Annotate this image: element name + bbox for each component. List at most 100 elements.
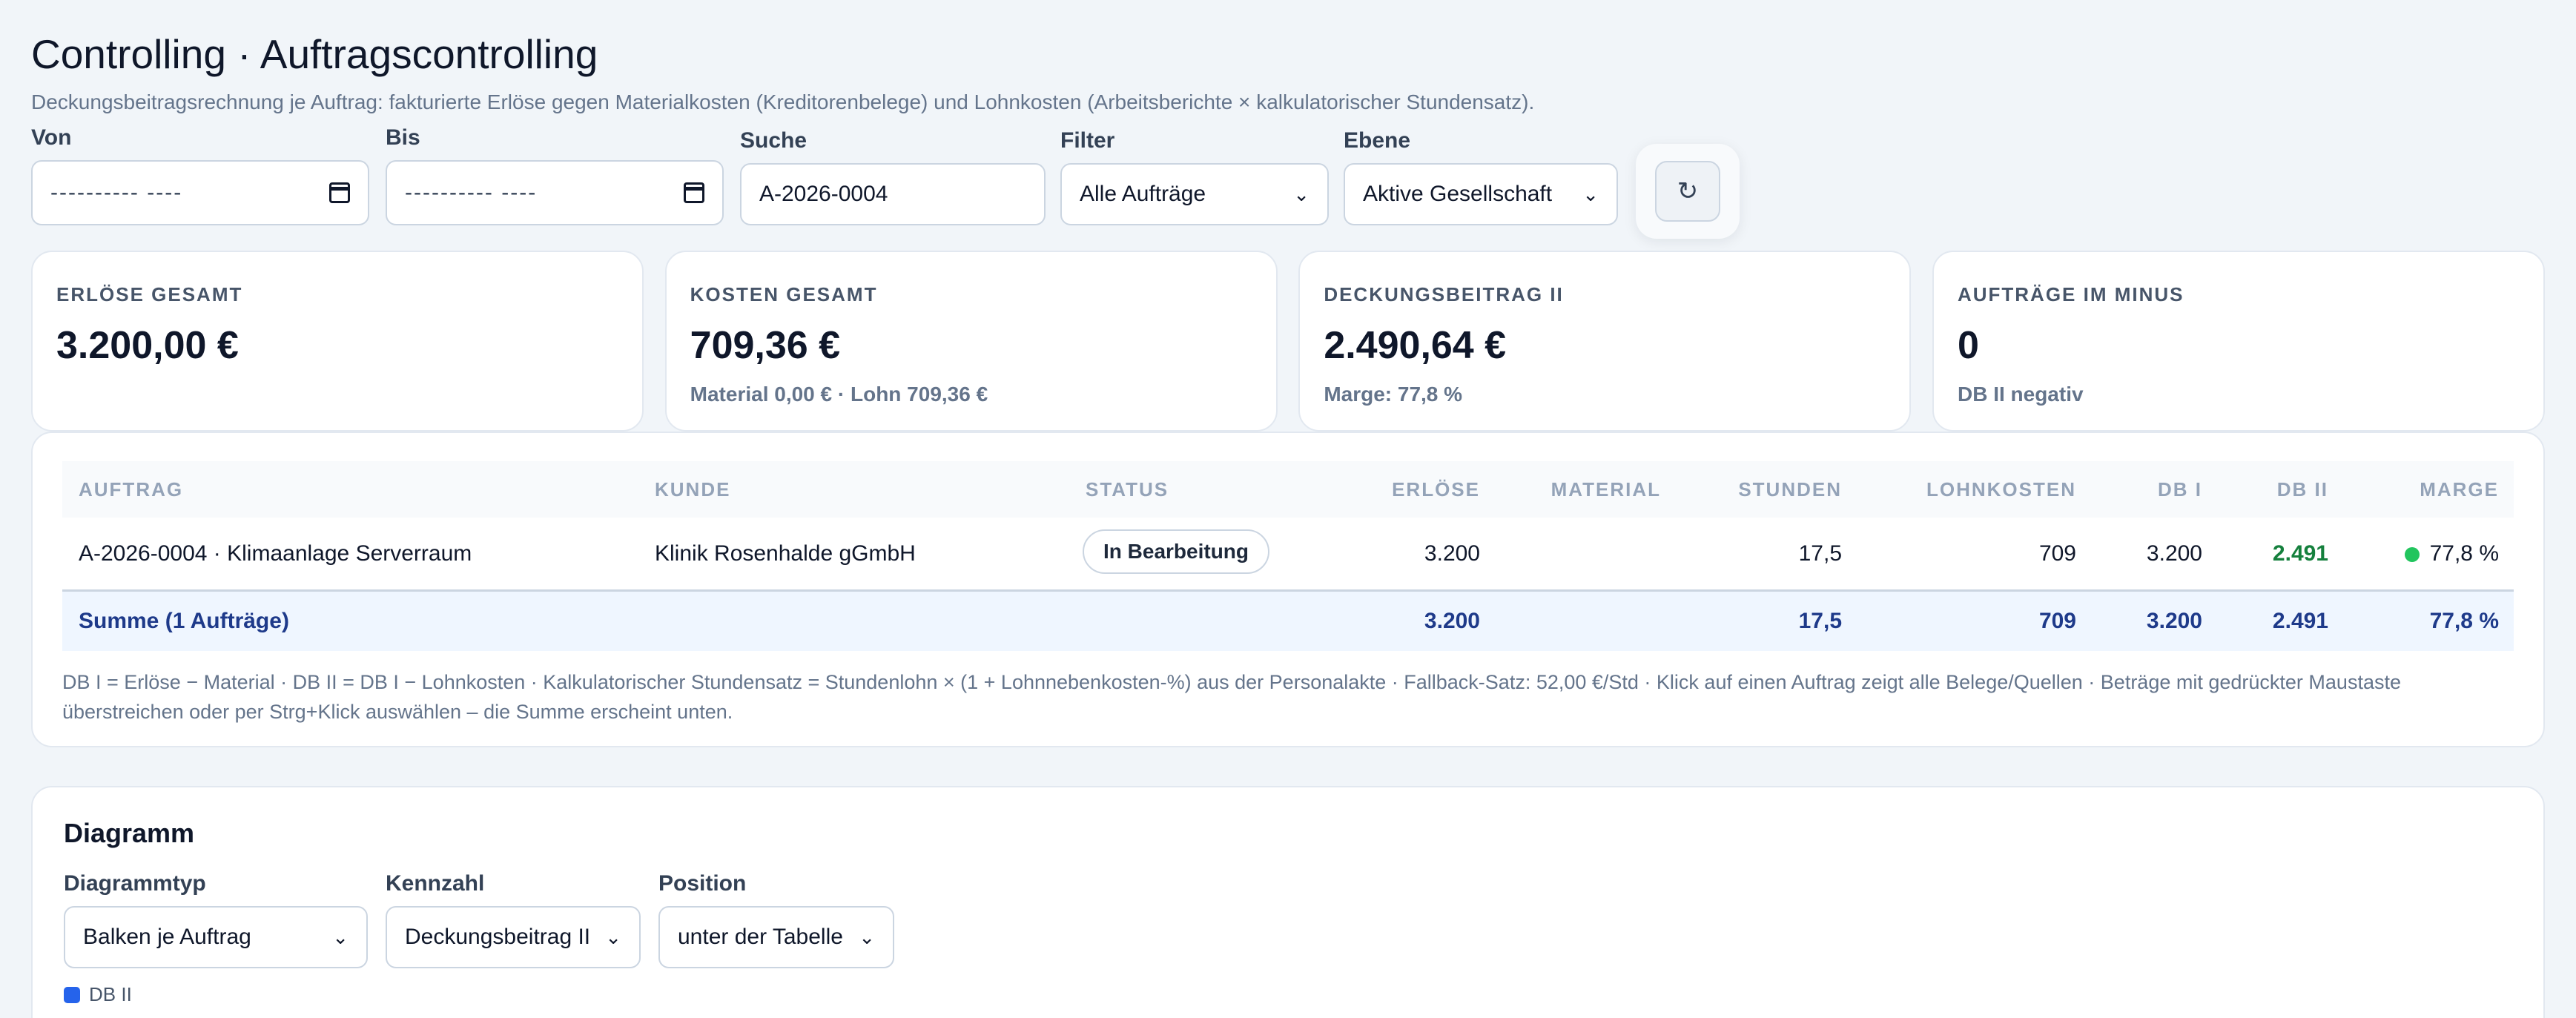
position-select[interactable]: unter der Tabelle ⌄ — [658, 906, 894, 968]
sum-db2: 2.491 — [2272, 609, 2328, 633]
cell-erloese[interactable]: 3.200 — [1424, 541, 1480, 566]
col-lohnkosten[interactable]: LOHNKOSTEN — [1926, 478, 2076, 501]
legend-label: DB II — [89, 983, 132, 1005]
sum-db1: 3.200 — [2146, 609, 2202, 633]
sum-marge: 77,8 % — [2429, 609, 2499, 633]
col-erloese[interactable]: ERLÖSE — [1392, 478, 1480, 501]
chart-typ-value: Balken je Auftrag — [83, 925, 251, 949]
kpi-kosten: KOSTEN GESAMT 709,36 € Material 0,00 € ·… — [664, 251, 1278, 432]
filter-filter: Filter Alle Aufträge ⌄ — [1060, 126, 1329, 225]
kennzahl-label: Kennzahl — [386, 871, 485, 896]
kpi-auftraege-minus: AUFTRÄGE IM MINUS 0 DB II negativ — [1932, 251, 2545, 432]
filter-select[interactable]: Alle Aufträge ⌄ — [1060, 163, 1329, 225]
cell-stunden[interactable]: 17,5 — [1799, 541, 1842, 566]
chart-legend: DB II — [64, 983, 2512, 1006]
sum-label: Summe (1 Aufträge) — [79, 609, 289, 633]
status-badge: In Bearbeitung — [1083, 529, 1270, 574]
table-row[interactable]: A-2026-0004 · Klimaanlage Serverraum Kli… — [62, 518, 2514, 592]
calendar-icon[interactable] — [684, 182, 704, 203]
chart-controls: Diagrammtyp Balken je Auftrag ⌄ Kennzahl… — [64, 869, 2512, 968]
bis-date-value: ---------- ---- — [405, 180, 538, 205]
bis-date-input[interactable]: ---------- ---- — [386, 160, 724, 225]
kpi-value: 0 — [1957, 324, 1979, 367]
bis-label: Bis — [386, 125, 420, 150]
ebene-label: Ebene — [1344, 128, 1411, 153]
cell-auftrag[interactable]: A-2026-0004 · Klimaanlage Serverraum — [79, 541, 472, 566]
col-stunden[interactable]: STUNDEN — [1738, 478, 1842, 501]
refresh-icon: ↻ — [1677, 177, 1699, 205]
ebene-select-value: Aktive Gesellschaft — [1363, 182, 1553, 206]
search-input-value: A-2026-0004 — [759, 182, 888, 206]
von-date-value: ---------- ---- — [50, 180, 183, 205]
suche-label: Suche — [740, 128, 808, 153]
table-header: AUFTRAG KUNDE STATUS ERLÖSE MATERIAL STU… — [62, 461, 2514, 518]
filter-suche: Suche A-2026-0004 — [740, 126, 1046, 225]
sum-lohnkosten: 709 — [2038, 609, 2076, 633]
kennzahl-select[interactable]: Deckungsbeitrag II ⌄ — [386, 906, 641, 968]
von-label: Von — [31, 125, 72, 150]
chart-typ-group: Diagrammtyp Balken je Auftrag ⌄ — [64, 869, 368, 968]
refresh-button-wrap: ↻ — [1636, 144, 1740, 239]
chart-typ-select[interactable]: Balken je Auftrag ⌄ — [64, 906, 368, 968]
cell-lohnkosten[interactable]: 709 — [2039, 541, 2076, 566]
cell-marge[interactable]: 77,8 % — [2404, 541, 2499, 566]
margin-status-dot-icon — [2404, 546, 2420, 562]
legend-swatch — [64, 986, 80, 1003]
chart-title: Diagramm — [64, 818, 195, 848]
kpi-label: DECKUNGSBEITRAG II — [1324, 283, 1564, 305]
chart-typ-label: Diagrammtyp — [64, 871, 206, 896]
kpi-sub: DB II negativ — [1957, 383, 2084, 406]
kennzahl-value: Deckungsbeitrag II — [405, 925, 591, 949]
chart-card: Diagramm Diagrammtyp Balken je Auftrag ⌄… — [31, 786, 2545, 1018]
chevron-down-icon: ⌄ — [605, 925, 621, 948]
chevron-down-icon: ⌄ — [1582, 182, 1599, 205]
orders-table-card: AUFTRAG KUNDE STATUS ERLÖSE MATERIAL STU… — [31, 432, 2545, 747]
kpi-value: 3.200,00 € — [56, 324, 239, 367]
kpi-label: AUFTRÄGE IM MINUS — [1957, 283, 2184, 305]
filter-select-value: Alle Aufträge — [1080, 182, 1206, 206]
kpi-value: 709,36 € — [690, 324, 841, 367]
page-subtitle: Deckungsbeitragsrechnung je Auftrag: fak… — [31, 90, 1535, 113]
cell-kunde: Klinik Rosenhalde gGmbH — [655, 541, 916, 566]
search-input[interactable]: A-2026-0004 — [740, 163, 1046, 225]
filter-label: Filter — [1060, 128, 1115, 153]
col-material[interactable]: MATERIAL — [1551, 478, 1661, 501]
kpi-value: 2.490,64 € — [1324, 324, 1507, 367]
filter-von: Von ---------- ---- — [31, 123, 369, 225]
page-title: Controlling · Auftragscontrolling — [31, 31, 598, 77]
table-sum-row: Summe (1 Aufträge) 3.200 17,5 709 3.200 … — [62, 592, 2514, 651]
chevron-down-icon: ⌄ — [1293, 182, 1310, 205]
col-db1[interactable]: DB I — [2158, 478, 2202, 501]
kpi-label: KOSTEN GESAMT — [690, 283, 878, 305]
col-db2[interactable]: DB II — [2277, 478, 2328, 501]
sum-stunden: 17,5 — [1798, 609, 1842, 633]
position-label: Position — [658, 871, 747, 896]
kpi-deckungsbeitrag: DECKUNGSBEITRAG II 2.490,64 € Marge: 77,… — [1298, 251, 1912, 432]
cell-db1[interactable]: 3.200 — [2147, 541, 2202, 566]
sum-erloese: 3.200 — [1424, 609, 1480, 633]
chevron-down-icon: ⌄ — [332, 925, 349, 948]
kpi-label: ERLÖSE GESAMT — [56, 283, 243, 305]
ebene-select[interactable]: Aktive Gesellschaft ⌄ — [1344, 163, 1618, 225]
kennzahl-group: Kennzahl Deckungsbeitrag II ⌄ — [386, 869, 641, 968]
von-date-input[interactable]: ---------- ---- — [31, 160, 369, 225]
kpi-erloese: ERLÖSE GESAMT 3.200,00 € — [31, 251, 644, 432]
refresh-button[interactable]: ↻ — [1655, 161, 1720, 222]
kpi-row: ERLÖSE GESAMT 3.200,00 € KOSTEN GESAMT 7… — [31, 251, 2545, 432]
kpi-sub: Material 0,00 € · Lohn 709,36 € — [690, 383, 988, 406]
chevron-down-icon: ⌄ — [859, 925, 875, 948]
filter-bar: Von ---------- ---- Bis ---------- ---- … — [31, 125, 2545, 239]
col-marge[interactable]: MARGE — [2420, 478, 2499, 501]
filter-bis: Bis ---------- ---- — [386, 123, 724, 225]
position-value: unter der Tabelle — [678, 925, 843, 949]
position-group: Position unter der Tabelle ⌄ — [658, 869, 894, 968]
kpi-sub: Marge: 77,8 % — [1324, 383, 1463, 406]
col-auftrag[interactable]: AUFTRAG — [79, 478, 183, 501]
col-kunde[interactable]: KUNDE — [655, 478, 730, 501]
col-status[interactable]: STATUS — [1086, 478, 1169, 501]
cell-marge-value: 77,8 % — [2429, 541, 2499, 566]
cell-db2[interactable]: 2.491 — [2273, 541, 2328, 566]
calendar-icon[interactable] — [329, 182, 350, 203]
table-note: DB I = Erlöse − Material · DB II = DB I … — [62, 671, 2401, 723]
filter-ebene: Ebene Aktive Gesellschaft ⌄ — [1344, 126, 1618, 225]
